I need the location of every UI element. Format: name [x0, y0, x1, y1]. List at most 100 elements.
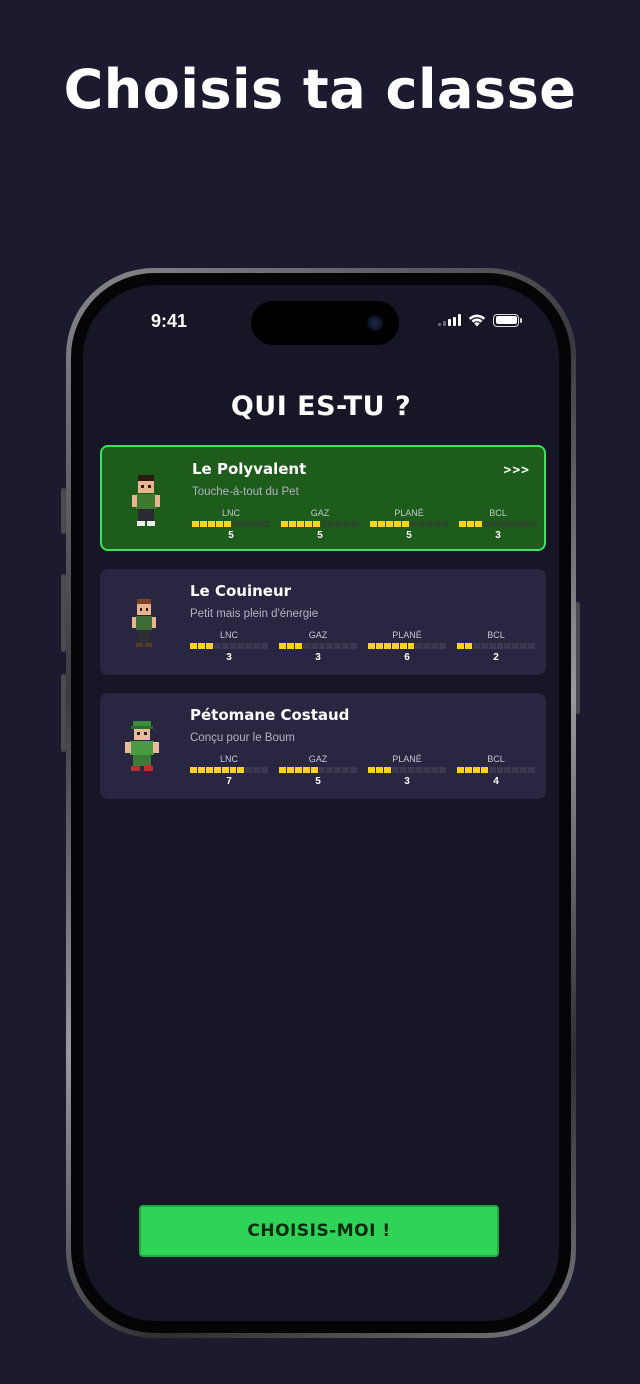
stat-bar-segment	[480, 643, 488, 649]
stat-bar-segment	[466, 521, 474, 527]
stat-bar-segment	[197, 767, 205, 773]
character-green-shirt-icon	[132, 475, 160, 526]
stat-bar-segment	[205, 643, 213, 649]
stat-value: 7	[226, 776, 232, 787]
stat-bar-segment	[229, 643, 237, 649]
stat-bar-segment	[302, 643, 310, 649]
stat-value: 6	[404, 652, 410, 663]
stat-bar-segment	[304, 521, 312, 527]
stat-bar-segment	[391, 643, 399, 649]
stat-bar-segment	[255, 521, 263, 527]
class-name: Le Couineur	[190, 582, 292, 600]
stat-bar-segment	[415, 643, 423, 649]
stat-bar-segment	[417, 521, 425, 527]
dynamic-island	[251, 301, 399, 345]
stat-bar-segment	[231, 521, 239, 527]
stat-bar-segment	[286, 767, 294, 773]
stat-bar-segment	[334, 767, 342, 773]
stat-label: LNC	[219, 754, 238, 764]
stat-bar-segment	[245, 643, 253, 649]
stat-bar-segment	[336, 521, 344, 527]
stat-bar-segment	[375, 643, 383, 649]
class-stats: LNC 3 GAZ 3 PLANÉ 6 BCL 2	[190, 629, 536, 663]
stat-bar-segment	[520, 767, 528, 773]
status-time: 9:41	[151, 311, 188, 331]
stat-bar-segment	[286, 643, 294, 649]
stat-bar-segment	[294, 643, 302, 649]
stat-bar-segment	[415, 767, 423, 773]
class-card-petomane-costaud[interactable]: Pétomane Costaud Conçu pour le Boum LNC 7…	[100, 693, 546, 799]
stat-bar-segment	[310, 643, 318, 649]
class-subtitle: Conçu pour le Boum	[190, 732, 295, 744]
stat-label: LNC	[221, 508, 240, 518]
class-stats: LNC 5 GAZ 5 PLANÉ 5 BCL 3	[192, 507, 538, 541]
stat-bar-segment	[237, 767, 245, 773]
stat-bar-segment	[383, 767, 391, 773]
screen-title: QUI ES-TU ?	[230, 391, 412, 422]
stat-bar-segment	[480, 767, 488, 773]
stat-bar-segment	[213, 767, 221, 773]
stat-plane: PLANÉ 5	[370, 507, 449, 541]
stat-bar	[368, 643, 447, 649]
class-card-polyvalent[interactable]: Le Polyvalent >>> Touche-à-tout du Pet L…	[100, 445, 546, 551]
stat-bar-segment	[514, 521, 522, 527]
stat-lnc: LNC 7	[190, 753, 269, 787]
stat-bcl: BCL 3	[459, 507, 538, 541]
class-stats: LNC 7 GAZ 5 PLANÉ 3 BCL 4	[190, 753, 536, 787]
stat-bar-segment	[221, 643, 229, 649]
stat-bar-segment	[522, 521, 530, 527]
stat-bar-segment	[399, 643, 407, 649]
stat-bcl: BCL 2	[457, 629, 536, 663]
stat-bar-segment	[439, 643, 447, 649]
class-name: Le Polyvalent	[192, 460, 307, 478]
stat-bar-segment	[296, 521, 304, 527]
stat-value: 5	[406, 530, 412, 541]
marketing-headline: Choisis ta classe	[63, 58, 577, 121]
stat-bar-segment	[498, 521, 506, 527]
stat-bar-segment	[391, 767, 399, 773]
stat-bar-segment	[512, 643, 520, 649]
stat-bar-segment	[253, 643, 261, 649]
stat-lnc: LNC 3	[190, 629, 269, 663]
stat-bar-segment	[215, 521, 223, 527]
stat-bar-segment	[368, 643, 375, 649]
stat-bar-segment	[383, 643, 391, 649]
stat-bar-segment	[464, 767, 472, 773]
stat-bar-segment	[496, 643, 504, 649]
stat-bar-segment	[192, 521, 199, 527]
class-card-couineur[interactable]: Le Couineur Petit mais plein d'énergie L…	[100, 569, 546, 675]
choose-me-button[interactable]: CHOISIS-MOI !	[139, 1205, 499, 1257]
stat-bar	[281, 521, 360, 527]
stat-bar-segment	[237, 643, 245, 649]
stat-bar-segment	[245, 767, 253, 773]
stat-bar-segment	[199, 521, 207, 527]
phone-bezel: 9:41 QUI ES-TU ? Le Polyvalent >>> Touch…	[71, 273, 571, 1333]
front-camera-icon	[367, 315, 383, 331]
stat-gaz: GAZ 5	[279, 753, 358, 787]
class-subtitle: Petit mais plein d'énergie	[190, 608, 319, 620]
stat-value: 4	[493, 776, 499, 787]
stat-bar-segment	[459, 521, 466, 527]
stat-bar-segment	[229, 767, 237, 773]
stat-bar-segment	[423, 767, 431, 773]
class-subtitle: Touche-à-tout du Pet	[192, 486, 299, 498]
stat-bar-segment	[318, 767, 326, 773]
stat-bar-segment	[190, 767, 197, 773]
stat-bar-segment	[213, 643, 221, 649]
phone-frame: 9:41 QUI ES-TU ? Le Polyvalent >>> Touch…	[66, 268, 576, 1338]
stat-bar-segment	[326, 643, 334, 649]
stat-bar-segment	[350, 643, 358, 649]
stat-bar-segment	[474, 521, 482, 527]
stat-bar-segment	[425, 521, 433, 527]
stat-bar-segment	[457, 767, 464, 773]
stat-label: PLANÉ	[392, 754, 422, 764]
stat-bar-segment	[472, 767, 480, 773]
stat-label: LNC	[219, 630, 238, 640]
phone-screen: 9:41 QUI ES-TU ? Le Polyvalent >>> Touch…	[83, 285, 559, 1321]
stat-bar-segment	[370, 521, 377, 527]
stat-bar-segment	[528, 643, 536, 649]
stat-bar-segment	[528, 767, 536, 773]
stat-bar-segment	[263, 521, 271, 527]
stat-bar-segment	[310, 767, 318, 773]
stat-bar-segment	[512, 767, 520, 773]
